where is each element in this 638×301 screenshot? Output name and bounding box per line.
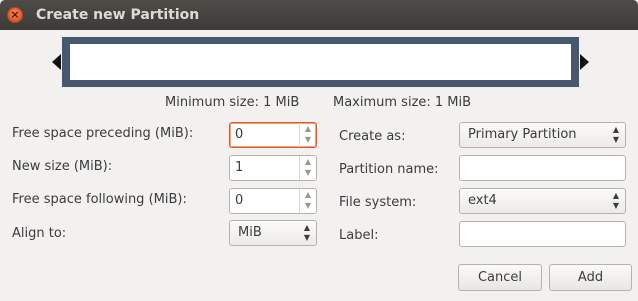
- spin-arrows-icon[interactable]: ▲ ▼: [299, 123, 316, 147]
- label-label: Label:: [339, 228, 379, 243]
- create-as-label: Create as:: [339, 129, 406, 144]
- free-space-preceding-spin[interactable]: 0 ▲ ▼: [229, 122, 317, 148]
- file-system-combo[interactable]: ext4 ▲ ▼: [459, 188, 626, 214]
- align-to-label: Align to:: [12, 226, 67, 241]
- partition-area: [70, 44, 571, 80]
- new-size-label: New size (MiB):: [12, 159, 113, 174]
- free-space-following-value: 0: [235, 193, 244, 208]
- new-size-spin[interactable]: 1 ▲ ▼: [229, 155, 317, 181]
- combo-arrows-icon: ▲ ▼: [303, 223, 310, 242]
- add-button[interactable]: Add: [549, 264, 632, 291]
- close-icon[interactable]: ×: [7, 7, 23, 23]
- combo-arrows-icon: ▲ ▼: [612, 125, 619, 144]
- maximum-size-text: Maximum size: 1 MiB: [333, 95, 472, 110]
- resize-left-handle-icon[interactable]: [52, 54, 61, 70]
- free-space-following-spin[interactable]: 0 ▲ ▼: [229, 188, 317, 214]
- free-space-preceding-value: 0: [235, 127, 244, 142]
- window-title: Create new Partition: [36, 7, 200, 23]
- file-system-label: File system:: [339, 195, 417, 210]
- create-as-combo[interactable]: Primary Partition ▲ ▼: [459, 122, 626, 148]
- title-bar: × Create new Partition: [0, 0, 638, 30]
- file-system-value: ext4: [468, 193, 497, 208]
- partition-name-label: Partition name:: [339, 162, 439, 177]
- spin-arrows-icon[interactable]: ▲ ▼: [299, 156, 316, 180]
- partition-name-input[interactable]: [459, 155, 626, 181]
- free-space-following-label: Free space following (MiB):: [12, 192, 187, 207]
- partition-size-visual[interactable]: [52, 37, 589, 87]
- resize-right-handle-icon[interactable]: [580, 54, 589, 70]
- align-to-value: MiB: [238, 225, 262, 240]
- combo-arrows-icon: ▲ ▼: [612, 191, 619, 210]
- cancel-button[interactable]: Cancel: [458, 264, 542, 291]
- partition-frame: [62, 37, 579, 87]
- minimum-size-text: Minimum size: 1 MiB: [165, 95, 300, 110]
- label-input[interactable]: [459, 221, 626, 247]
- align-to-combo[interactable]: MiB ▲ ▼: [229, 220, 317, 246]
- create-as-value: Primary Partition: [468, 127, 577, 142]
- spin-arrows-icon[interactable]: ▲ ▼: [299, 189, 316, 213]
- new-size-value: 1: [235, 160, 244, 175]
- free-space-preceding-label: Free space preceding (MiB):: [12, 126, 194, 141]
